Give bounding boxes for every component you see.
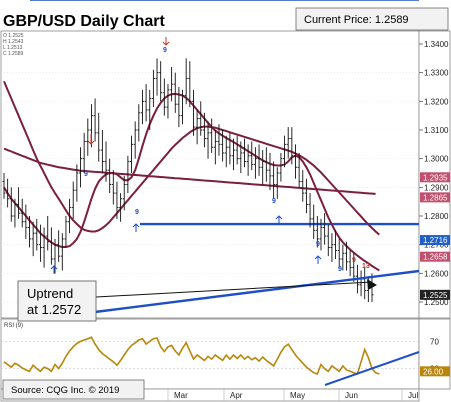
date-tick-label: Mar [174,391,188,400]
legend-line-4: C 1.2589 [3,51,24,57]
td-count-label: 9 [352,257,356,264]
td-count-label: 9 [316,241,320,248]
current-price-label: Current Price: 1.2589 [304,14,409,26]
date-tick-label: Jul [408,391,418,400]
price-tag-label: 1.2658 [423,253,448,262]
price-tick-label: 1.3200 [424,97,449,106]
price-panel-frame [0,30,420,319]
price-tick-label: 1.3400 [424,40,449,49]
price-tick-label: 1.2900 [424,183,449,192]
rsi-value-label: 26.00 [423,367,444,376]
td-count-label: 13 [362,263,370,270]
price-tick-label: 1.3300 [424,69,449,78]
date-tick-label: Jun [345,391,358,400]
rsi-panel-frame [0,318,420,390]
rsi-axis-frame [418,318,451,390]
source-label: Source: CQG Inc. © 2019 [11,385,119,396]
chart-title: GBP/USD Daily Chart [3,13,165,30]
date-tick-label: May [290,391,305,400]
price-tag-label: 1.2935 [423,173,448,182]
chart-root: 1.34001.33001.32001.31001.30001.29001.28… [0,0,451,402]
td-count-label: 9 [163,47,167,54]
date-tick-label: Apr [230,391,243,400]
price-tag-label: 1.2525 [423,291,448,300]
td-count-label: 9 [84,171,88,178]
td-count-label: 9 [135,209,139,216]
price-tag-label: 1.2865 [423,193,448,202]
price-tag-label: 1.2716 [423,236,448,245]
td-count-label: 9 [272,198,276,205]
uptrend-callout-line2: at 1.2572 [27,302,81,317]
price-tick-label: 1.3100 [424,126,449,135]
rsi-title: RSI (9) [4,323,23,329]
price-tick-label: 1.2600 [424,269,449,278]
price-tick-label: 1.2800 [424,212,449,221]
uptrend-callout-line1: Uptrend [27,286,73,301]
rsi-tick-label: 70 [430,337,439,346]
price-tick-label: 1.3000 [424,155,449,164]
td-count-label: 9 [338,266,342,273]
